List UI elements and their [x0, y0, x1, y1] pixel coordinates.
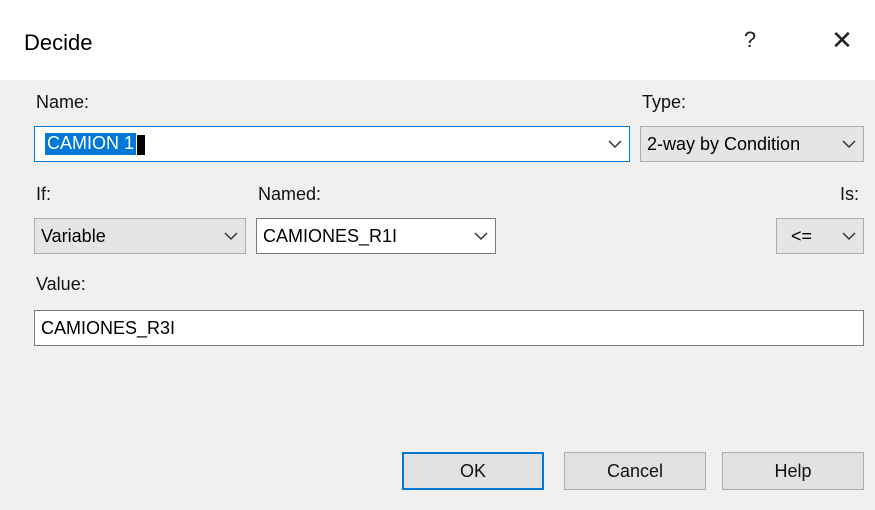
chevron-down-icon[interactable]: [835, 127, 863, 161]
type-dropdown[interactable]: 2-way by Condition: [640, 126, 864, 162]
name-selected-text: CAMION 1: [45, 133, 137, 155]
name-combobox[interactable]: CAMION 1: [34, 126, 630, 162]
help-question-icon[interactable]: ?: [730, 22, 770, 58]
ok-button[interactable]: OK: [402, 452, 544, 490]
is-label: Is:: [840, 184, 860, 204]
chevron-down-icon[interactable]: [467, 219, 495, 253]
if-value: Variable: [41, 225, 106, 246]
value-input[interactable]: CAMIONES_R3I: [34, 310, 864, 346]
named-label: Named:: [258, 184, 322, 204]
name-value[interactable]: CAMION 1: [35, 133, 601, 155]
is-dropdown[interactable]: <=: [776, 218, 864, 254]
chevron-down-icon[interactable]: [601, 127, 629, 161]
is-value: <=: [791, 225, 813, 246]
value-text: CAMIONES_R3I: [41, 317, 176, 338]
type-label: Type:: [642, 92, 687, 112]
chevron-down-icon[interactable]: [835, 219, 863, 253]
if-dropdown[interactable]: Variable: [34, 218, 246, 254]
type-value: 2-way by Condition: [647, 133, 801, 154]
name-label: Name:: [36, 92, 90, 112]
text-caret: [137, 134, 146, 155]
dialog-title: Decide: [24, 30, 93, 55]
cancel-button[interactable]: Cancel: [564, 452, 706, 490]
named-value: CAMIONES_R1I: [263, 225, 398, 246]
named-combobox[interactable]: CAMIONES_R1I: [256, 218, 496, 254]
close-icon[interactable]: ✕: [822, 22, 862, 58]
title-bar: Decide ? ✕: [0, 0, 875, 80]
if-label: If:: [36, 184, 52, 204]
chevron-down-icon[interactable]: [217, 219, 245, 253]
decide-dialog: Decide ? ✕ Name: CAMION 1 Type: 2-way by…: [0, 0, 875, 510]
value-label: Value:: [36, 274, 86, 294]
help-button[interactable]: Help: [722, 452, 864, 490]
